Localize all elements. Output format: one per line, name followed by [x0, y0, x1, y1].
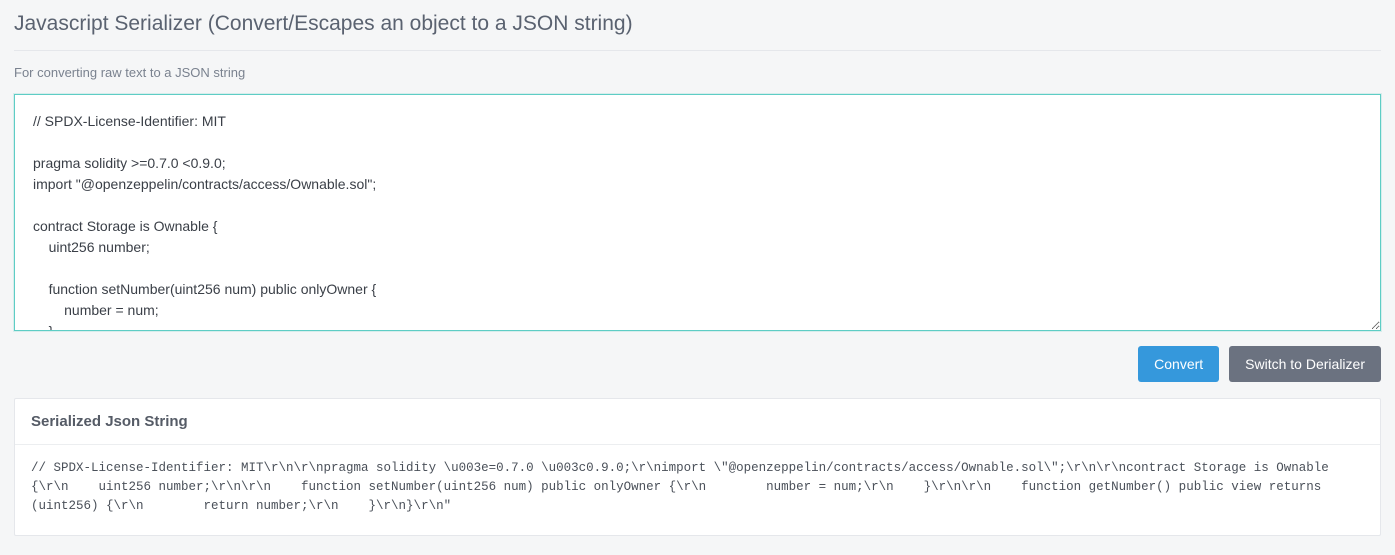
- output-content: // SPDX-License-Identifier: MIT\r\n\r\np…: [15, 445, 1380, 535]
- page-title: Javascript Serializer (Convert/Escapes a…: [14, 0, 1381, 51]
- output-heading: Serialized Json String: [15, 399, 1380, 445]
- subtitle-text: For converting raw text to a JSON string: [14, 65, 1381, 80]
- output-card: Serialized Json String // SPDX-License-I…: [14, 398, 1381, 536]
- switch-to-derializer-button[interactable]: Switch to Derializer: [1229, 346, 1381, 382]
- raw-text-input[interactable]: [14, 94, 1381, 331]
- convert-button[interactable]: Convert: [1138, 346, 1219, 382]
- button-row: Convert Switch to Derializer: [14, 334, 1381, 398]
